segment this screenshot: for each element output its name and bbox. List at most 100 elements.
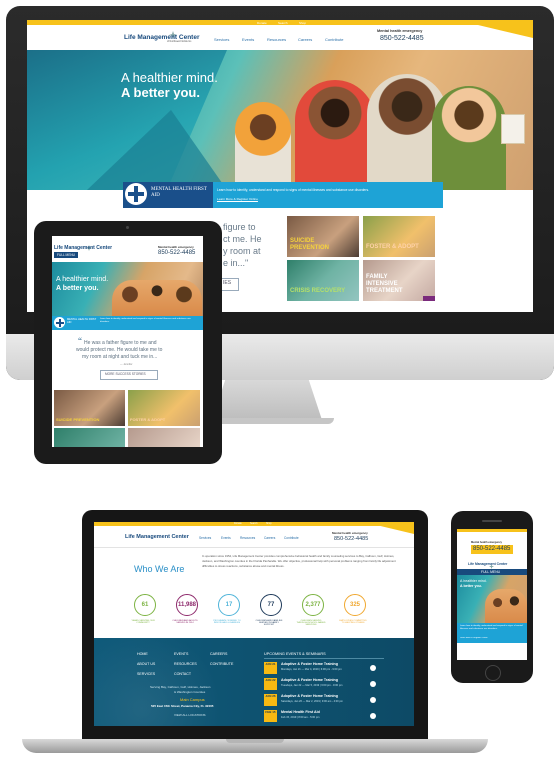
hero-frame-picture [501,114,525,144]
laptop-top-link-donate[interactable]: Donate [234,522,242,525]
tile-family-intensive[interactable]: FAMILY INTENSIVE TREATMENT [363,260,435,301]
logo-name[interactable]: Life Management Center [124,34,200,41]
mhfa-badge-text: MENTAL HEALTH FIRST AID [151,187,207,198]
tablet-hero-line-2: A better you. [56,285,99,292]
stat-circle: 61 [134,594,156,616]
footer-menu-events[interactable]: EVENTS [174,652,188,656]
footer-view-all-locations[interactable]: VIEW ALL LOCATIONS [174,713,206,717]
laptop-nav-resources[interactable]: Resources [240,536,255,540]
footer-menu-contact[interactable]: CONTACT [174,672,191,676]
event-3-arrow-icon[interactable] [370,697,376,703]
event-2-sub: Tuesdays, Jan 22 — Mar 5, 2019 | 6:00 pm… [281,684,343,687]
tablet-camera [126,226,129,229]
tablet-menu-label: FULL MENU [57,252,75,257]
tablet-tile-family[interactable] [128,428,200,447]
tile-foster-adopt[interactable]: FOSTER & ADOPT [363,216,435,257]
laptop-top-link-search[interactable]: Search [250,522,258,525]
phone-menu-label: FULL MENU [481,569,501,574]
tablet-logo-name[interactable]: Life Management Center [54,245,112,251]
event-3-title[interactable]: Adoptive & Foster Home Training [281,694,338,698]
top-link-shop[interactable]: Shop [299,21,306,25]
phone-logo-name[interactable]: Life Management Center [468,562,507,566]
tablet-tile-foster-label: FOSTER & ADOPT [130,417,166,422]
stat-circle: 2,377 [302,594,324,616]
tile-purple-accent [423,296,435,301]
logo-mark-icon[interactable] [169,26,177,39]
event-2-title[interactable]: Adoptive & Foster Home Training [281,678,338,682]
tablet-tile-crisis[interactable] [54,428,125,447]
tile-suicide-prevention[interactable]: SUICIDE PREVENTION [287,216,359,257]
footer-menu-about[interactable]: ABOUT US [137,662,155,666]
footer-menu-services[interactable]: SERVICES [137,672,155,676]
event-1-arrow-icon[interactable] [370,665,376,671]
laptop-screen: Donate Search Shop Life Management Cente… [94,522,414,726]
tablet-hero-people [112,280,202,316]
laptop-top-corner [364,522,414,534]
phone-logo-star-icon [489,556,494,569]
phone-home-button [485,665,501,681]
event-4-arrow-icon[interactable] [370,713,376,719]
tablet-tile-suicide-label: SUICIDE PREVENTION [56,417,100,422]
who-we-are-title: Who We Are [134,564,185,574]
desktop-quote-line3: y room at [223,246,261,256]
event-2-arrow-icon[interactable] [370,681,376,687]
event-3-date: JAN 26 [264,694,277,706]
hero-banner: A healthier mind. A better you. [27,50,533,190]
stat-label: CHILDREN AND FAMILIES SERVED IN FAMILY S… [255,620,283,626]
laptop-nav-contribute[interactable]: Contribute [284,536,299,540]
desktop-quote-line1: figure to [223,222,256,232]
phone-emergency-phone[interactable]: 850-522-4485 [473,546,510,552]
laptop-notch [226,739,284,743]
events-title-rule [264,658,384,659]
footer-menu-careers[interactable]: CAREERS [210,652,227,656]
footer-serving-line-2: & Washington Counties [174,690,206,694]
event-4-sub: Feb 15, 2019 | 8:00 am - 5:00 pm [281,716,320,719]
tablet-hero: A healthier mind. A better you. [52,262,203,316]
laptop-nav-careers[interactable]: Careers [264,536,275,540]
event-4-title[interactable]: Mental Health First Aid [281,710,320,714]
footer-menu-resources[interactable]: RESOURCES [174,662,197,666]
emergency-label: Mental health emergency [377,29,423,33]
phone-hero-line-1: A healthier mind. [460,579,487,583]
tile-family-intensive-label: FAMILY INTENSIVE TREATMENT [366,274,403,294]
nav-services[interactable]: Services [214,37,229,42]
tablet-quote-author: — Jennifer [120,363,133,366]
stat-circle: 11,988 [176,594,198,616]
footer-menu-home[interactable]: HOME [137,652,148,656]
laptop-top-link-shop[interactable]: Shop [266,522,272,525]
mhfa-link[interactable]: Learn More & Register Online [217,197,258,201]
phone-mhfa-link[interactable]: Learn More & Register Online [460,637,524,639]
laptop-header-rule [94,547,414,548]
logo-sub: of Northwest Florida Inc. [167,41,192,43]
nav-resources[interactable]: Resources [267,37,286,42]
footer-menu-contribute[interactable]: CONTRIBUTE [210,662,233,666]
nav-contribute[interactable]: Contribute [325,37,343,42]
nav-events[interactable]: Events [242,37,254,42]
stat-circle: 17 [218,594,240,616]
tablet-quote-mark-icon: “ [78,336,82,346]
laptop-nav-events[interactable]: Events [221,536,231,540]
event-2-date: JAN 22 [264,678,277,690]
phone-emergency-label: Mental health emergency [471,541,502,544]
hero-person-child [432,86,506,190]
laptop-logo-name[interactable]: Life Management Center [125,534,189,540]
laptop-nav-services[interactable]: Services [199,536,211,540]
tile-suicide-prevention-label: SUICIDE PREVENTION [290,238,330,251]
nav-careers[interactable]: Careers [298,37,312,42]
tablet-emergency-phone[interactable]: 850-522-4485 [158,250,195,256]
tablet-mhfa-badge: MENTAL HEALTH FIRST AID [67,318,97,325]
top-link-donate[interactable]: Donate [257,21,267,25]
events-title: UPCOMING EVENTS & SEMINARS [264,652,326,656]
laptop-emergency-label: Mental health emergency [332,531,368,535]
emergency-phone[interactable]: 850-522-4485 [380,35,424,42]
event-1-title[interactable]: Adoptive & Foster Home Training [281,662,338,666]
tile-crisis-recovery[interactable]: CRISIS RECOVERY [287,260,359,301]
tablet-stories-button-label: MORE SUCCESS STORIES [105,372,146,376]
laptop-emergency-phone[interactable]: 850-522-4485 [334,536,368,542]
top-link-search[interactable]: Search [278,21,288,25]
tablet-mhfa-cross-h [55,321,64,324]
phone-hero-line-2: A better you. [460,584,482,588]
footer-campus-address: 525 East 15th Street, Panama City, FL 32… [151,704,214,708]
event-3-sub: Saturdays, Jan 26 — Mar 2, 2019 | 9:00 a… [281,700,343,703]
tile-foster-adopt-label: FOSTER & ADOPT [366,244,419,250]
